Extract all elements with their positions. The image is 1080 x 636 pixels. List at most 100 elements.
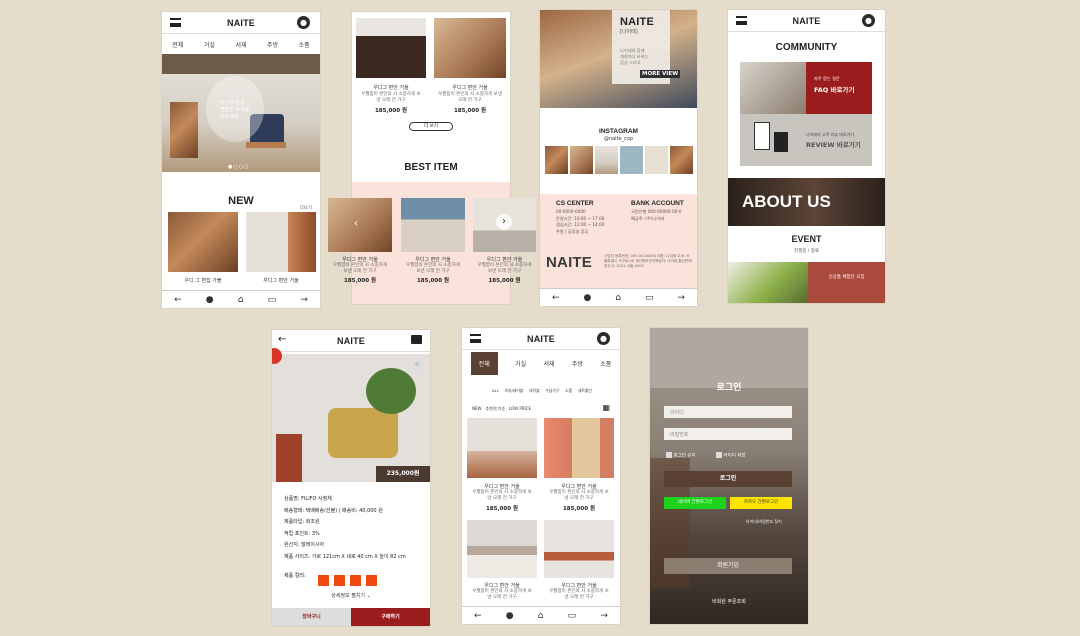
product-image[interactable] — [544, 418, 614, 478]
home-icon[interactable]: ⌂ — [238, 295, 244, 305]
logo[interactable]: NAITE — [793, 16, 821, 26]
color-swatch[interactable] — [366, 575, 377, 586]
product-image[interactable] — [467, 418, 537, 478]
product-image[interactable] — [434, 18, 506, 78]
product-image[interactable] — [401, 198, 465, 252]
tab[interactable]: 전체 — [172, 40, 183, 49]
hero-banner[interactable]: 당신의 감성 편안한 휴식을 모두에게 ●○○○ — [162, 54, 320, 172]
home-icon[interactable]: ⌂ — [538, 611, 544, 621]
chat-icon[interactable]: ● — [583, 293, 591, 303]
user-icon[interactable]: ● — [297, 16, 310, 29]
chat-icon[interactable]: ● — [206, 295, 214, 305]
product-image[interactable] — [168, 212, 238, 272]
arrow-right-icon[interactable]: → — [677, 293, 685, 303]
color-swatch[interactable] — [318, 575, 329, 586]
product-image[interactable] — [356, 18, 426, 78]
instagram-handle[interactable]: @naite_cop — [540, 136, 697, 142]
arrow-right-icon[interactable]: → — [600, 611, 608, 621]
logo[interactable]: NAITE — [337, 336, 365, 346]
kakao-login-button[interactable]: 카카오 간편로그인 — [730, 497, 792, 509]
tab[interactable]: 거실 — [515, 359, 526, 368]
user-icon[interactable]: ● — [862, 14, 875, 27]
naver-login-button[interactable]: 네이버 간편로그인 — [664, 497, 726, 509]
chevron-left-icon[interactable]: ‹ — [354, 218, 358, 229]
event-banner[interactable] — [728, 262, 808, 303]
home-icon[interactable]: ⌂ — [615, 293, 621, 303]
instagram-photo[interactable] — [570, 146, 593, 174]
sub-tab[interactable]: ALL — [492, 388, 499, 394]
tab[interactable]: 주방 — [267, 40, 278, 49]
product-name[interactable]: 우디그 편안 거울 — [544, 483, 614, 490]
review-banner[interactable]: 나이테의 고객 리뷰 바로가기 REVIEW 바로가기 — [740, 114, 872, 166]
arrow-left-icon[interactable]: ← — [474, 611, 482, 621]
faq-banner[interactable]: 자주 묻는 질문 FAQ 바로가기 — [806, 62, 872, 114]
cart-icon[interactable]: ▭ — [645, 293, 654, 303]
arrow-right-icon[interactable]: → — [300, 295, 308, 305]
chevron-right-icon[interactable]: › — [496, 214, 512, 230]
hamburger-icon[interactable] — [470, 334, 481, 343]
detail-toggle[interactable]: 상세정보 펼치기 — [331, 593, 365, 599]
instagram-grid[interactable] — [545, 146, 693, 174]
tab[interactable]: 주방 — [572, 359, 583, 368]
product-name[interactable]: 우디그 편안 거울 — [434, 84, 506, 91]
hamburger-icon[interactable] — [736, 16, 747, 25]
instagram-photo[interactable] — [545, 146, 568, 174]
product-name[interactable]: 우디그 편안 거울 — [328, 256, 392, 263]
cart-button[interactable]: 장바구니 — [272, 608, 351, 626]
logo[interactable]: NAITE — [527, 334, 555, 344]
more-button[interactable]: 더 보기 — [409, 122, 453, 131]
product-image[interactable] — [246, 212, 316, 272]
id-field[interactable]: 아이디 — [664, 406, 792, 418]
chat-icon[interactable]: ● — [506, 611, 514, 621]
product-image[interactable] — [328, 198, 392, 252]
tab-active[interactable]: 전체 — [470, 351, 498, 375]
product-name[interactable]: 우디그 편안 거울 — [356, 84, 426, 91]
user-icon[interactable]: ● — [597, 332, 610, 345]
checkbox[interactable] — [666, 452, 672, 458]
sub-tab[interactable]: 소품 — [565, 388, 572, 394]
instagram-photo[interactable] — [645, 146, 668, 174]
tab[interactable]: 서재 — [235, 40, 246, 49]
instagram-photo[interactable] — [620, 146, 643, 174]
tab[interactable]: 서재 — [543, 359, 554, 368]
more-link[interactable]: 더보기 — [300, 205, 312, 211]
product-name[interactable]: 우디그 편안 거울 — [544, 582, 614, 589]
slide-dots[interactable]: ●○○○ — [228, 164, 249, 170]
color-swatch[interactable] — [350, 575, 361, 586]
product-image[interactable] — [467, 520, 537, 578]
share-icon[interactable]: < — [412, 360, 422, 370]
tab[interactable]: 소품 — [299, 40, 310, 49]
sub-tab[interactable]: 세트할인 — [578, 388, 592, 394]
arrow-left-icon[interactable]: ← — [174, 295, 182, 305]
guest-order-link[interactable]: 비회원 주문조회 — [650, 598, 808, 605]
tab[interactable]: 거실 — [204, 40, 215, 49]
product-name[interactable]: 우디그 편안 거울 — [467, 582, 537, 589]
sub-tab[interactable]: 수납가구 — [545, 388, 559, 394]
cart-icon[interactable]: ▭ — [268, 295, 277, 305]
sub-tab[interactable]: 테이블 — [529, 388, 539, 394]
find-account-link[interactable]: 아이디/비밀번호 찾기 — [746, 519, 782, 525]
login-button[interactable]: 로그인 — [664, 471, 792, 487]
buy-button[interactable]: 구매하기 — [351, 608, 430, 626]
tab[interactable]: 소품 — [600, 359, 611, 368]
product-name[interactable]: 우디그 편안 거울 — [473, 256, 536, 263]
checkbox[interactable] — [716, 452, 722, 458]
sort-option[interactable]: NEW — [472, 406, 481, 411]
logo[interactable]: NAITE — [227, 18, 255, 28]
product-name[interactable]: 우디 그 편집 가볼 — [168, 277, 238, 284]
instagram-photo[interactable] — [670, 146, 693, 174]
event-banner[interactable]: 신상품 체험단 모집 — [808, 262, 885, 303]
sort-option[interactable]: LOW PRICE — [509, 406, 531, 411]
join-button[interactable]: 회원가입 — [664, 558, 792, 574]
event-tab[interactable]: 종료 — [811, 249, 819, 254]
cart-icon[interactable]: ▭ — [568, 611, 577, 621]
product-name[interactable]: 우디그 편안 거울 — [401, 256, 465, 263]
chevron-down-icon[interactable]: ⌄ — [367, 593, 371, 599]
more-view-link[interactable]: MORE VIEW — [640, 70, 681, 78]
arrow-left-icon[interactable]: ← — [278, 334, 286, 345]
sort-option[interactable]: 추천/인기순 — [485, 406, 505, 411]
product-name[interactable]: 우디그 편안 거울 — [246, 277, 316, 284]
product-name[interactable]: 우디그 편안 거울 — [467, 483, 537, 490]
grid-icon[interactable]: ▦ — [602, 403, 610, 412]
color-swatch[interactable] — [334, 575, 345, 586]
